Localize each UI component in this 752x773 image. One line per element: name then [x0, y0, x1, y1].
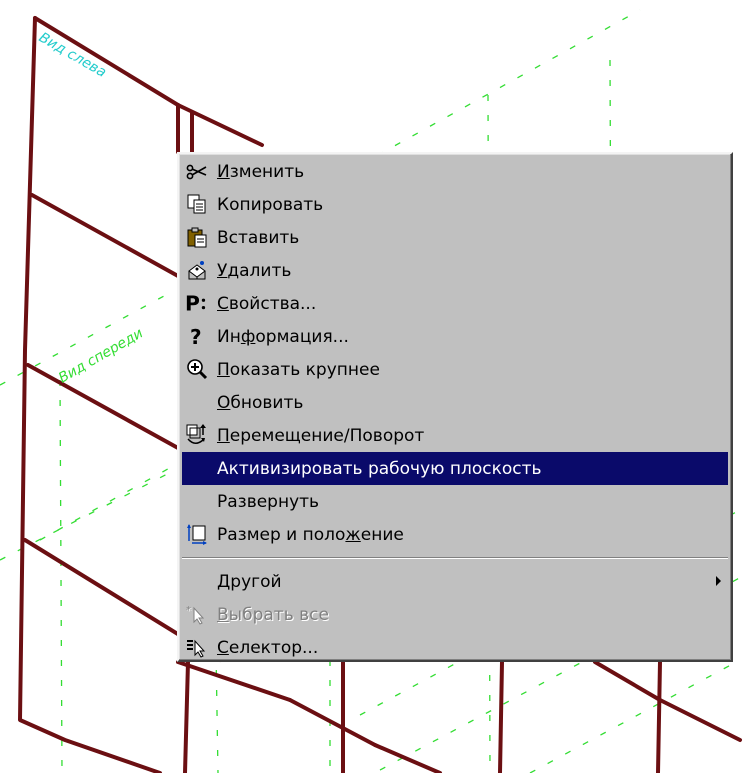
menu-item-select-all[interactable]: * Выбрать все [179, 598, 731, 631]
paste-icon [185, 225, 209, 249]
zoom-in-icon [185, 357, 209, 381]
submenu-arrow-icon [716, 576, 721, 586]
menu-item-label: Информация... [217, 327, 349, 347]
menu-item-size-position[interactable]: Размер и положение [179, 518, 731, 551]
menu-group-primary: Изменить Копировать Вставить Удалить P Свойст… [179, 155, 731, 551]
menu-item-label: Активизировать рабочую плоскость [217, 459, 542, 479]
label-text: зменить [229, 161, 305, 182]
move-rotate-icon [185, 423, 209, 447]
label-text: Ин [217, 326, 241, 347]
label-text: войства... [228, 293, 317, 314]
label-text: еремещение/Поворот [229, 425, 425, 446]
menu-item-other[interactable]: Другой [179, 565, 731, 598]
label-text: ормация... [255, 326, 349, 347]
menu-item-label: Развернуть [217, 492, 319, 512]
scissors-icon [185, 159, 209, 183]
menu-item-label: Перемещение/Поворот [217, 426, 424, 446]
copy-icon [185, 192, 209, 216]
label-text: Активизировать рабочую плоскость [217, 458, 542, 479]
menu-item-activate-plane[interactable]: Активизировать рабочую плоскость [182, 452, 728, 485]
svg-text:*: * [186, 605, 191, 616]
label-text: далить [227, 260, 292, 281]
delete-icon [185, 258, 209, 282]
svg-text:?: ? [190, 325, 202, 347]
access-key-letter: П [217, 359, 230, 380]
label-text: електор... [228, 637, 319, 658]
access-key-letter: С [217, 293, 229, 314]
front-view-label: Вид спереди [56, 325, 146, 386]
menu-group-secondary: Другой * Выбрать все Селектор... [179, 565, 731, 664]
label-text: ыбрать все [228, 604, 329, 625]
selector-icon [185, 635, 209, 659]
menu-item-label: Вставить [217, 228, 299, 248]
menu-item-label: Обновить [217, 393, 303, 413]
access-key-letter: ж [345, 524, 361, 545]
access-key-letter: О [217, 392, 231, 413]
menu-item-label: Размер и положение [217, 525, 404, 545]
label-text: Развернуть [217, 491, 320, 512]
label-text: оказать крупнее [229, 359, 380, 380]
label-text: бновить [230, 392, 304, 413]
label-text: ение [360, 524, 404, 545]
menu-item-change[interactable]: Изменить [179, 155, 731, 188]
menu-item-label: Селектор... [217, 638, 318, 658]
menu-separator [182, 557, 728, 559]
select-all-icon: * [185, 602, 209, 626]
access-key-letter: И [217, 161, 230, 182]
access-key-letter: С [217, 637, 229, 658]
access-key-letter: Д [217, 571, 231, 592]
menu-item-label: Копировать [217, 195, 323, 215]
label-text: Копировать [217, 194, 324, 215]
menu-item-properties[interactable]: P Свойства... [179, 287, 731, 320]
context-menu: Изменить Копировать Вставить Удалить P Свойст… [177, 152, 733, 662]
question-icon: ? [185, 324, 209, 348]
menu-item-label: Удалить [217, 261, 291, 281]
menu-item-selector[interactable]: Селектор... [179, 631, 731, 664]
menu-item-expand[interactable]: Развернуть [179, 485, 731, 518]
access-key-letter: У [217, 260, 228, 281]
menu-item-move-rotate[interactable]: Перемещение/Поворот [179, 419, 731, 452]
properties-icon: P [185, 291, 209, 315]
access-key-letter: П [217, 425, 230, 446]
menu-item-refresh[interactable]: Обновить [179, 386, 731, 419]
access-key-letter: ф [240, 326, 256, 347]
menu-item-delete[interactable]: Удалить [179, 254, 731, 287]
label-text: Вставить [217, 227, 300, 248]
menu-item-info[interactable]: ? Информация... [179, 320, 731, 353]
label-text: Размер и поло [217, 524, 346, 545]
menu-item-label: Изменить [217, 162, 304, 182]
menu-item-label: Другой [217, 572, 282, 592]
label-text: ругой [230, 571, 282, 592]
menu-item-label: Свойства... [217, 294, 316, 314]
menu-item-copy[interactable]: Копировать [179, 188, 731, 221]
menu-item-zoom[interactable]: Показать крупнее [179, 353, 731, 386]
access-key-letter: В [217, 604, 229, 625]
menu-item-label: Показать крупнее [217, 360, 380, 380]
menu-item-paste[interactable]: Вставить [179, 221, 731, 254]
size-position-icon [185, 522, 209, 546]
svg-text:P: P [185, 291, 200, 315]
menu-item-label: Выбрать все [217, 605, 329, 625]
